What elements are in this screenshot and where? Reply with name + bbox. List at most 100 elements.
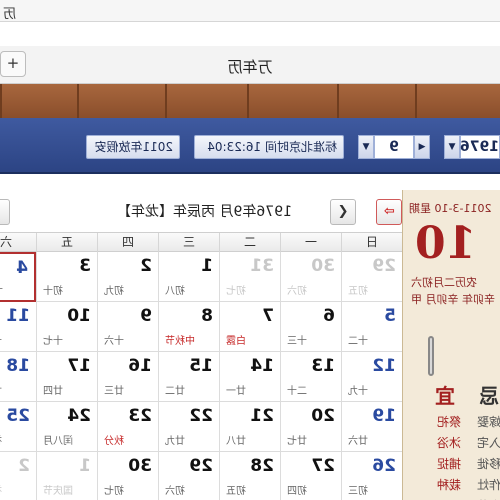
lunar-date: 初七 bbox=[226, 286, 246, 297]
wood-plank bbox=[77, 84, 165, 118]
almanac-ji-list: 嫁娶 入宅 移徙 作灶 安葬 bbox=[475, 412, 500, 500]
ji-item: 入宅 bbox=[476, 436, 500, 450]
lunar-date: 廿二 bbox=[165, 386, 185, 397]
day-number: 28 bbox=[250, 456, 274, 476]
today-button[interactable] bbox=[0, 199, 10, 225]
day-cell[interactable]: 7 白露 bbox=[219, 302, 280, 352]
day-number: 30 bbox=[311, 256, 335, 276]
lunar-date: 初九 bbox=[104, 286, 124, 297]
day-cell[interactable]: 6 十三 bbox=[280, 302, 341, 352]
lunar-date: 十一 bbox=[0, 281, 3, 296]
day-number: 16 bbox=[128, 356, 152, 376]
tab-label: 历 bbox=[2, 7, 16, 22]
day-number: 25 bbox=[6, 406, 30, 426]
almanac-yi-list: 祭祀 沐浴 捕捉 栽种 bbox=[431, 412, 461, 496]
ji-item: 安葬 bbox=[475, 496, 500, 500]
day-cell[interactable]: 15 廿二 bbox=[158, 352, 219, 402]
day-cell[interactable]: 31 初七 bbox=[219, 252, 280, 302]
weekday-fri: 五 bbox=[36, 233, 97, 253]
lunar-date: 廿九 bbox=[165, 436, 185, 447]
lunar-date: 廿三 bbox=[104, 386, 124, 397]
day-number: 24 bbox=[67, 406, 91, 426]
day-number: 29 bbox=[372, 256, 396, 276]
prev-month-button[interactable]: ❮ bbox=[330, 199, 356, 225]
ji-item: 嫁娶 bbox=[476, 415, 500, 429]
day-cell[interactable]: 9 十六 bbox=[97, 302, 158, 352]
day-number: 19 bbox=[372, 406, 396, 426]
day-cell[interactable]: 25 初二 bbox=[0, 402, 36, 452]
day-cell[interactable]: 27 初四 bbox=[280, 452, 341, 500]
lunar-date: 初四 bbox=[287, 486, 307, 497]
lunar-date: 廿六 bbox=[348, 436, 368, 447]
day-cell[interactable]: 11 十八 bbox=[0, 302, 36, 352]
lunar-date: 中秋节 bbox=[165, 336, 195, 347]
day-cell[interactable]: 16 廿三 bbox=[97, 352, 158, 402]
day-cell[interactable]: 8 中秋节 bbox=[158, 302, 219, 352]
month-prev-icon[interactable]: ◀ bbox=[414, 135, 430, 159]
day-cell[interactable]: 21 廿八 bbox=[219, 402, 280, 452]
beijing-clock: 标准北京时间 16:23:04 bbox=[194, 135, 344, 159]
day-cell[interactable]: 22 廿九 bbox=[158, 402, 219, 452]
day-number: 23 bbox=[128, 406, 152, 426]
wood-plank bbox=[247, 84, 337, 118]
day-number: 22 bbox=[189, 406, 213, 426]
day-cell[interactable]: 30 初七 bbox=[97, 452, 158, 500]
lunar-date: 初九 bbox=[0, 482, 2, 497]
lunar-date: 初三 bbox=[348, 486, 368, 497]
day-cell[interactable]: 2 初九 bbox=[97, 252, 158, 302]
day-cell[interactable]: 3 初十 bbox=[36, 252, 97, 302]
day-cell[interactable]: 2 初九 bbox=[0, 452, 36, 500]
weekday-mon: 一 bbox=[280, 233, 341, 253]
day-cell[interactable]: 29 初五 bbox=[341, 252, 402, 302]
day-cell[interactable]: 14 廿一 bbox=[219, 352, 280, 402]
day-cell[interactable]: 13 二十 bbox=[280, 352, 341, 402]
day-cell[interactable]: 19 廿六 bbox=[341, 402, 402, 452]
yi-item: 栽种 bbox=[436, 478, 461, 492]
day-cell[interactable]: 26 初三 bbox=[341, 452, 402, 500]
lunar-date: 初六 bbox=[287, 286, 307, 297]
lunar-date: 秋分 bbox=[104, 436, 124, 447]
lunar-date: 廿四 bbox=[43, 386, 63, 397]
lunar-date: 白露 bbox=[226, 336, 246, 347]
day-cell-selected[interactable]: 4 十一 bbox=[0, 252, 36, 302]
day-cell[interactable]: 24 闰八月 bbox=[36, 402, 97, 452]
day-cell[interactable]: 18 廿五 bbox=[0, 352, 36, 402]
day-cell[interactable]: 28 初五 bbox=[219, 452, 280, 500]
yi-item: 捕捉 bbox=[436, 457, 461, 471]
day-number: 30 bbox=[128, 456, 152, 476]
day-cell[interactable]: 10 十七 bbox=[36, 302, 97, 352]
day-cell[interactable]: 1 初八 bbox=[158, 252, 219, 302]
day-number: 10 bbox=[67, 306, 91, 326]
day-number: 11 bbox=[6, 306, 30, 326]
yi-item: 沐浴 bbox=[436, 436, 461, 450]
day-number: 29 bbox=[189, 456, 213, 476]
lunar-date: 闰八月 bbox=[43, 436, 73, 447]
day-cell[interactable]: 29 初六 bbox=[158, 452, 219, 500]
lunar-date: 廿八 bbox=[226, 436, 246, 447]
month-calendar: ⇨ ❮ 1976年9月 丙辰年【龙年】 日 一 二 三 四 五 六 29 初五 30… bbox=[0, 190, 402, 500]
date-toolbar: 1976 ▼ ◀ 9 ▼ 标准北京时间 16:23:04 2011年放假安 bbox=[0, 118, 500, 174]
lunar-date: 十二 bbox=[348, 336, 368, 347]
month-dropdown-icon[interactable]: ▼ bbox=[358, 135, 374, 159]
day-cell[interactable]: 1 国庆节 bbox=[36, 452, 97, 500]
day-cell[interactable]: 17 廿四 bbox=[36, 352, 97, 402]
month-field[interactable]: 9 bbox=[374, 135, 414, 159]
ji-item: 移徙 bbox=[476, 457, 500, 471]
day-number: 27 bbox=[311, 456, 335, 476]
next-month-button[interactable]: ⇨ bbox=[376, 199, 402, 225]
day-cell[interactable]: 5 十二 bbox=[341, 302, 402, 352]
day-number: 1 bbox=[79, 456, 91, 476]
weekday-sat: 六 bbox=[0, 233, 36, 253]
lunar-date: 初五 bbox=[226, 486, 246, 497]
close-button[interactable]: + bbox=[0, 51, 26, 77]
day-cell[interactable]: 20 廿七 bbox=[280, 402, 341, 452]
day-cell[interactable]: 30 初六 bbox=[280, 252, 341, 302]
day-cell[interactable]: 12 十九 bbox=[341, 352, 402, 402]
holiday-schedule-button[interactable]: 2011年放假安 bbox=[86, 135, 180, 159]
almanac-ganzhi: 辛卯年 辛卯月 甲 bbox=[411, 293, 495, 306]
day-cell[interactable]: 23 秋分 bbox=[97, 402, 158, 452]
lunar-date: 国庆节 bbox=[43, 486, 73, 497]
year-field[interactable]: 1976 bbox=[460, 135, 500, 159]
year-dropdown-icon[interactable]: ▼ bbox=[444, 135, 460, 159]
weekday-wed: 三 bbox=[158, 233, 219, 253]
